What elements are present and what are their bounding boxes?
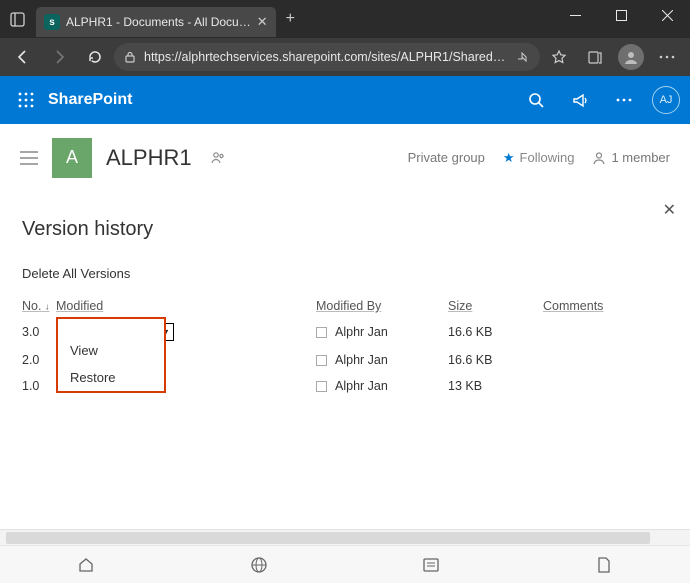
close-window-button[interactable] <box>644 0 690 30</box>
url-field[interactable]: https://alphrtechservices.sharepoint.com… <box>114 43 540 71</box>
cell-by: Alphr Jan <box>316 317 448 347</box>
minimize-button[interactable] <box>552 0 598 30</box>
settings-more-icon[interactable] <box>608 84 640 116</box>
cell-size: 16.6 KB <box>448 347 543 373</box>
cell-comments <box>543 373 668 399</box>
checkbox[interactable] <box>316 381 327 392</box>
cell-size: 16.6 KB <box>448 317 543 347</box>
read-aloud-icon[interactable] <box>516 50 530 64</box>
cell-comments <box>543 347 668 373</box>
browser-tab[interactable]: s ALPHR1 - Documents - All Docu… ✕ <box>36 7 276 37</box>
address-bar: https://alphrtechservices.sharepoint.com… <box>0 38 690 76</box>
group-type-label: Private group <box>408 150 485 165</box>
site-name[interactable]: ALPHR1 <box>106 145 192 171</box>
search-icon[interactable] <box>520 84 552 116</box>
menu-restore[interactable]: Restore <box>58 364 164 391</box>
url-text: https://alphrtechservices.sharepoint.com… <box>144 50 508 64</box>
col-size[interactable]: Size <box>448 295 543 317</box>
favorites-icon[interactable] <box>542 42 576 72</box>
cell-by: Alphr Jan <box>316 373 448 399</box>
col-modified-by[interactable]: Modified By <box>316 295 448 317</box>
cell-size: 13 KB <box>448 373 543 399</box>
version-history-panel: ✕ Version history Delete All Versions No… <box>0 192 690 399</box>
col-modified[interactable]: Modified <box>56 295 316 317</box>
home-icon[interactable] <box>72 551 100 579</box>
cell-modified[interactable]: ▼ View Restore <box>56 317 316 347</box>
cell-no: 2.0 <box>22 347 56 373</box>
delete-all-link[interactable]: Delete All Versions <box>22 266 130 281</box>
sharepoint-favicon: s <box>44 14 60 30</box>
table-row[interactable]: 3.0 ▼ View Restore Alphr Jan 16.6 KB <box>22 317 668 347</box>
close-panel-icon[interactable]: ✕ <box>663 200 676 220</box>
checkbox[interactable] <box>316 327 327 338</box>
following-button[interactable]: ★Following <box>503 150 575 166</box>
version-context-menu: View Restore <box>56 317 166 393</box>
cell-no: 3.0 <box>22 317 56 347</box>
window-controls <box>552 0 690 30</box>
maximize-button[interactable] <box>598 0 644 30</box>
app-launcher-icon[interactable] <box>6 80 46 120</box>
news-icon[interactable] <box>417 551 445 579</box>
col-no[interactable]: No. ↓ <box>22 295 56 317</box>
suite-bar: SharePoint AJ <box>0 76 690 124</box>
brand-label[interactable]: SharePoint <box>48 91 132 109</box>
lock-icon <box>124 51 136 63</box>
sort-desc-icon: ↓ <box>45 302 50 312</box>
suite-actions: AJ <box>520 84 680 116</box>
cell-no: 1.0 <box>22 373 56 399</box>
teams-icon[interactable] <box>210 150 226 166</box>
new-tab-button[interactable]: + <box>276 10 305 28</box>
checkbox[interactable] <box>316 355 327 366</box>
bottom-toolbar <box>0 545 690 583</box>
cell-comments <box>543 317 668 347</box>
tab-shelf: s ALPHR1 - Documents - All Docu… ✕ + <box>0 0 305 38</box>
site-header: A ALPHR1 Private group ★Following 1 memb… <box>0 124 690 192</box>
announce-icon[interactable] <box>564 84 596 116</box>
panel-title: Version history <box>22 218 668 241</box>
horizontal-scrollbar[interactable] <box>0 529 690 545</box>
forward-button[interactable] <box>42 42 76 72</box>
site-logo[interactable]: A <box>52 138 92 178</box>
hamburger-icon[interactable] <box>20 151 38 165</box>
person-icon <box>592 151 606 165</box>
col-comments[interactable]: Comments <box>543 295 668 317</box>
scroll-thumb[interactable] <box>6 532 650 544</box>
user-avatar[interactable]: AJ <box>652 86 680 114</box>
profile-button[interactable] <box>614 42 648 72</box>
menu-button[interactable] <box>650 42 684 72</box>
site-meta: Private group ★Following 1 member <box>408 150 670 166</box>
collections-icon[interactable] <box>578 42 612 72</box>
globe-icon[interactable] <box>245 551 273 579</box>
files-icon[interactable] <box>590 551 618 579</box>
version-table: No. ↓ Modified Modified By Size Comments… <box>22 295 668 399</box>
tab-close-icon[interactable]: ✕ <box>257 14 268 30</box>
star-icon: ★ <box>503 150 515 166</box>
members-link[interactable]: 1 member <box>592 150 670 165</box>
menu-view[interactable]: View <box>58 337 164 364</box>
tab-title: ALPHR1 - Documents - All Docu… <box>66 15 251 29</box>
tab-actions-icon[interactable] <box>6 8 28 30</box>
refresh-button[interactable] <box>78 42 112 72</box>
cell-by: Alphr Jan <box>316 347 448 373</box>
window-titlebar: s ALPHR1 - Documents - All Docu… ✕ + <box>0 0 690 38</box>
back-button[interactable] <box>6 42 40 72</box>
